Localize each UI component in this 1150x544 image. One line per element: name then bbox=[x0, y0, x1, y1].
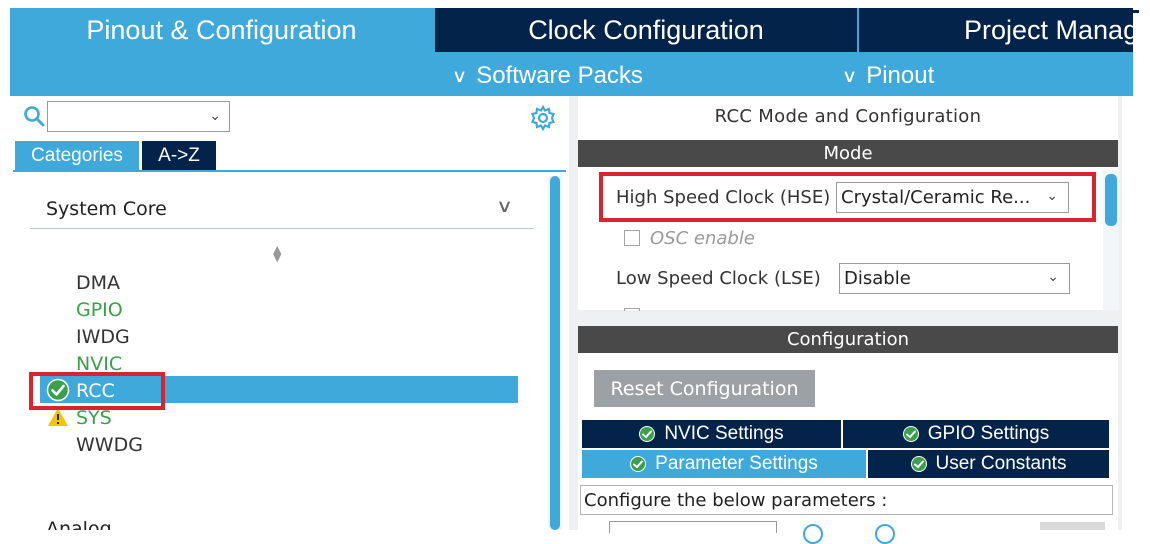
partial-checkbox[interactable] bbox=[624, 308, 640, 311]
check-circle-icon bbox=[639, 426, 656, 442]
list-item-dma[interactable]: DMA bbox=[76, 270, 120, 295]
search-input[interactable]: ⌄ bbox=[47, 101, 230, 132]
parameter-toolbar-button[interactable] bbox=[1040, 522, 1105, 530]
gear-icon[interactable] bbox=[529, 104, 557, 132]
tab-nvic-label: NVIC Settings bbox=[664, 423, 784, 444]
reset-configuration-button[interactable]: Reset Configuration bbox=[594, 370, 815, 407]
list-item-wwdg[interactable]: WWDG bbox=[76, 432, 143, 457]
check-circle-icon bbox=[902, 426, 919, 442]
software-packs-menu[interactable]: ∨ Software Packs bbox=[451, 56, 643, 96]
section-divider bbox=[30, 228, 534, 229]
tab-clock-configuration[interactable]: Clock Configuration bbox=[435, 8, 857, 52]
tab-user-label: User Constants bbox=[935, 453, 1067, 474]
tab-user-constants[interactable]: User Constants bbox=[868, 450, 1109, 478]
lse-label: Low Speed Clock (LSE) bbox=[616, 268, 821, 289]
chevron-down-icon[interactable]: ⌄ bbox=[1047, 269, 1059, 285]
tab-gpio-settings[interactable]: GPIO Settings bbox=[843, 420, 1109, 448]
sort-icon[interactable]: ▲ ▼ bbox=[273, 244, 281, 263]
rcc-panel-title: RCC Mode and Configuration bbox=[714, 106, 982, 127]
tab-a-z[interactable]: A->Z bbox=[142, 141, 216, 170]
chevron-down-icon: ∨ bbox=[451, 65, 468, 86]
software-packs-label: Software Packs bbox=[476, 62, 643, 89]
list-item-iwdg[interactable]: IWDG bbox=[76, 324, 130, 349]
tab-project-manager[interactable]: Project Manager bbox=[859, 8, 1133, 52]
radio-button[interactable] bbox=[875, 524, 895, 544]
chevron-down-icon: ∨ bbox=[841, 65, 858, 86]
parameter-search-field[interactable] bbox=[609, 521, 777, 533]
tab-pinout-configuration[interactable]: Pinout & Configuration bbox=[10, 8, 433, 52]
tab-gpio-label: GPIO Settings bbox=[927, 423, 1050, 444]
left-panel-frame bbox=[13, 170, 566, 530]
parameter-info-text: Configure the below parameters : bbox=[580, 485, 1113, 515]
tab-nvic-settings[interactable]: NVIC Settings bbox=[582, 420, 841, 448]
chevron-down-icon[interactable]: ⌄ bbox=[209, 108, 221, 124]
section-system-core[interactable]: System Core bbox=[46, 198, 167, 220]
left-scrollbar-thumb[interactable] bbox=[550, 176, 560, 530]
pinout-menu-label: Pinout bbox=[866, 62, 935, 89]
tab-parameter-settings[interactable]: Parameter Settings bbox=[582, 450, 866, 478]
mode-header: Mode bbox=[578, 140, 1118, 167]
lse-select[interactable]: Disable ⌄ bbox=[839, 263, 1070, 294]
configuration-header: Configuration bbox=[578, 326, 1118, 353]
check-circle-icon bbox=[630, 456, 647, 472]
radio-button[interactable] bbox=[803, 524, 823, 544]
section-analog-partial[interactable]: Analog bbox=[46, 518, 112, 530]
check-circle-icon bbox=[910, 456, 927, 472]
tab-categories[interactable]: Categories bbox=[15, 141, 139, 170]
pinout-menu[interactable]: ∨ Pinout bbox=[841, 56, 935, 96]
mode-scrollbar-thumb[interactable] bbox=[1105, 174, 1117, 226]
lse-select-value: Disable bbox=[844, 268, 911, 289]
chevron-down-icon[interactable]: ∨ bbox=[496, 196, 513, 217]
window-edge-mark bbox=[1133, 10, 1139, 13]
tab-parameter-label: Parameter Settings bbox=[655, 453, 818, 474]
hse-highlight-box bbox=[599, 172, 1096, 222]
osc-enable-checkbox[interactable] bbox=[624, 230, 640, 246]
list-item-gpio[interactable]: GPIO bbox=[76, 297, 123, 322]
osc-enable-label: OSC enable bbox=[650, 228, 755, 249]
warning-icon bbox=[48, 408, 68, 426]
search-icon[interactable] bbox=[22, 104, 46, 128]
rcc-highlight-box bbox=[29, 372, 165, 410]
window-right-edge bbox=[1133, 0, 1150, 530]
